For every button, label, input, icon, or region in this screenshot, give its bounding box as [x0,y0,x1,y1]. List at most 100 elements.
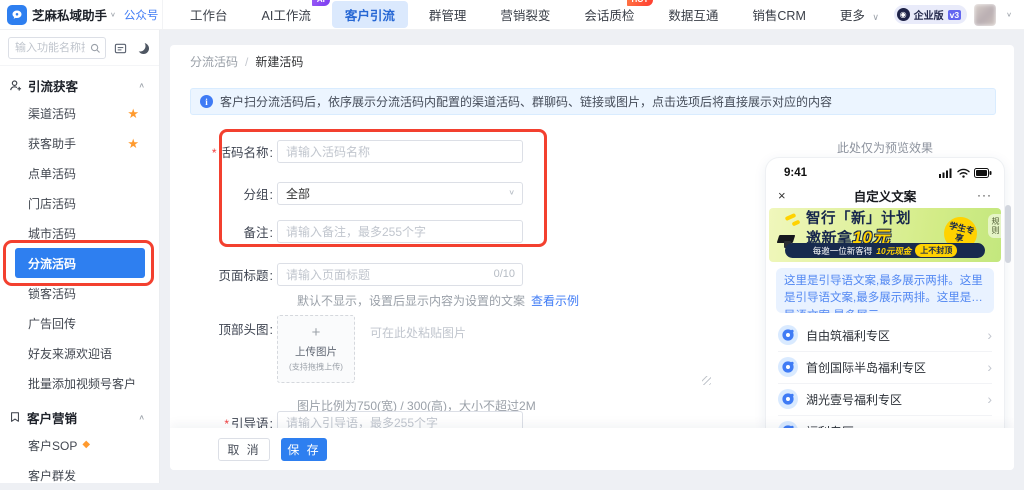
preview-list-item[interactable]: 湖光壹号福利专区 › [778,384,992,416]
feedback-icon[interactable] [113,40,128,56]
topnav-item-label: 工作台 [190,9,228,23]
preview-list: 自由筑福利专区 › 首创国际半岛福利专区 › 湖光壹号福利专区 › 福利专区 › [778,320,992,428]
group-select[interactable] [277,182,523,205]
preview-list-item[interactable]: 福利专区 › [778,416,992,428]
page-title-input[interactable] [277,263,523,286]
sidebar-item[interactable]: 门店活码 [15,188,145,218]
topnav-item[interactable]: 数据互通 [655,1,731,28]
topnav-item[interactable]: 营销裂变 [487,1,563,28]
topnav-item[interactable]: 工作台 [177,1,241,28]
resize-handle-icon[interactable] [702,376,711,385]
signal-icon [939,168,952,178]
sidebar-item[interactable]: 分流活码 [3,240,154,286]
sidebar-item[interactable]: 客户SOP ◆ [15,430,145,460]
section-header-marketing[interactable]: 客户营销 ∧ [0,404,159,430]
topnav-item-label: 群管理 [428,9,467,23]
banner-bottom-bar: 每邀一位新客得 10元现金 上不封顶 [785,243,985,258]
topnav-item-label: 数据互通 [668,9,719,23]
upload-image-button[interactable]: + 上传图片 (支持拖拽上传) [277,315,355,383]
sidebar-item[interactable]: 城市活码 [15,218,145,248]
info-banner: i 客户扫分流活码后，依序展示分流活码内配置的渠道活码、群聊码、链接或图片，点击… [190,88,996,115]
sidebar: 引流获客 ∧ 渠道活码 ★ 获客助手 ★ 点单活码 门店活码 [0,30,160,483]
sidebar-item[interactable]: 点单活码 [15,158,145,188]
topnav-item[interactable]: 销售CRM [739,1,818,28]
top-navigation-bar: 芝麻私域助手 ∨ 公众号 工作台 AI工作流 AI 客户引流 群管理 营销裂变 [0,0,1024,30]
star-icon[interactable]: ★ [127,137,139,150]
preview-list-item[interactable]: 自由筑福利专区 › [778,320,992,352]
sidebar-item[interactable]: 渠道活码 ★ [15,98,145,128]
preview-caption: 此处仅为预览效果 [836,141,933,155]
topnav-item-label: 客户引流 [344,9,395,23]
banner-title: 智行「新」计划 [806,211,911,227]
preview-list-label: 湖光壹号福利专区 [806,392,903,407]
status-time: 9:41 [784,167,808,179]
sidebar-item[interactable]: 批量添加视频号客户 [15,368,145,398]
preview-list-item[interactable]: 首创国际半岛福利专区 › [778,352,992,384]
chevron-up-icon[interactable]: ∧ [138,81,145,90]
star-icon[interactable]: ★ [127,107,139,120]
section-header-acquisition[interactable]: 引流获客 ∧ [0,72,159,98]
topnav-item[interactable]: AI工作流 AI [249,0,330,28]
rules-tag[interactable]: 规则 [988,214,1001,238]
promo-banner: 智行「新」计划 邀新拿10元 学生专享 规则 每邀一位新客得 10元现金 上不封顶 [769,208,1001,262]
breadcrumb-parent[interactable]: 分流活码 [190,55,238,69]
scrollbar-thumb[interactable] [1005,205,1011,263]
banner-bottom-button: 上不封顶 [915,244,958,257]
sidebar-item-label: 客户SOP [28,438,78,453]
sidebar-item-label: 广告回传 [28,316,77,331]
chevron-up-icon[interactable]: ∧ [138,413,145,422]
remark-input[interactable] [277,220,523,243]
account-area[interactable]: ◉ 企业版 v3 ∨ [893,3,1024,26]
preview-list-label: 首创国际半岛福利专区 [806,360,927,375]
form-row-remark: 备注 [190,220,523,243]
topnav-item[interactable]: 群管理 [416,1,480,28]
user-avatar[interactable] [974,3,997,26]
view-example-link[interactable]: 查看示例 [531,294,579,308]
chevron-right-icon: › [987,327,992,343]
sidebar-item[interactable]: 好友来源欢迎语 [15,338,145,368]
topnav-item[interactable]: 更多 ∨ [827,1,892,28]
sidebar-item[interactable]: 获客助手 ★ [15,128,145,158]
user-add-icon [10,79,22,91]
topnav-item[interactable]: 客户引流 [331,1,408,28]
phone-status-bar: 9:41 [766,158,1004,184]
form-row-name: * 活码名称 [190,140,523,163]
edition-icon: ◉ [896,8,910,21]
breadcrumb: 分流活码 / 新建活码 [190,53,303,70]
section-title: 客户营销 [27,411,78,426]
sidebar-item[interactable]: 锁客活码 [15,278,145,308]
sidebar-items-acquisition: 渠道活码 ★ 获客助手 ★ 点单活码 门店活码 城市活码 分流活码 锁客活码 广… [0,98,159,398]
save-button[interactable]: 保 存 [281,437,327,461]
sidebar-item-label: 渠道活码 [28,106,77,121]
form-row-group: 分组 ∨ [190,182,523,205]
field-label: 备注 [190,222,273,241]
sidebar-section-acquisition: 引流获客 ∧ 渠道活码 ★ 获客助手 ★ 点单活码 门店活码 城市活码 分流活码… [0,72,159,398]
main-content-card: 分流活码 / 新建活码 i 客户扫分流活码后，依序展示分流活码内配置的渠道活码、群聊… [170,45,1014,470]
paste-image-area[interactable]: 可在此处粘贴图片 [363,315,715,387]
edition-badge: ◉ 企业版 v3 [893,5,968,24]
sidebar-item-label: 好友来源欢迎语 [28,346,113,361]
dark-mode-icon[interactable] [136,40,151,56]
bookmark-icon [11,412,19,422]
sidebar-item[interactable]: 广告回传 [15,308,145,338]
sidebar-section-marketing: 客户营销 ∧ 客户SOP ◆ 客户群发 [0,404,159,490]
topnav-item[interactable]: 会话质检 HOT [571,0,654,28]
topnav-item-label: 会话质检 [584,9,635,23]
more-icon[interactable]: ··· [952,188,992,202]
battery-icon [974,168,992,178]
cancel-button[interactable]: 取 消 [218,437,270,461]
sidebar-item-label: 批量添加视频号客户 [28,376,137,391]
code-name-input[interactable] [277,140,523,163]
paste-placeholder: 可在此处粘贴图片 [370,326,467,340]
topnav-item-label: 销售CRM [752,9,806,23]
breadcrumb-current: 新建活码 [255,55,304,69]
close-icon[interactable]: × [778,188,818,203]
account-type-link[interactable]: 公众号 [124,7,159,23]
app-logo-zone[interactable]: 芝麻私域助手 ∨ 公众号 [0,0,163,29]
banner-decoration [784,212,797,222]
sidebar-item[interactable]: 客户群发 [15,460,145,490]
topnav-item-label: 更多 [839,9,865,23]
upload-text: 上传图片 [295,346,337,358]
sidebar-items-marketing: 客户SOP ◆ 客户群发 [0,430,159,490]
char-counter: 0/10 [493,268,515,280]
